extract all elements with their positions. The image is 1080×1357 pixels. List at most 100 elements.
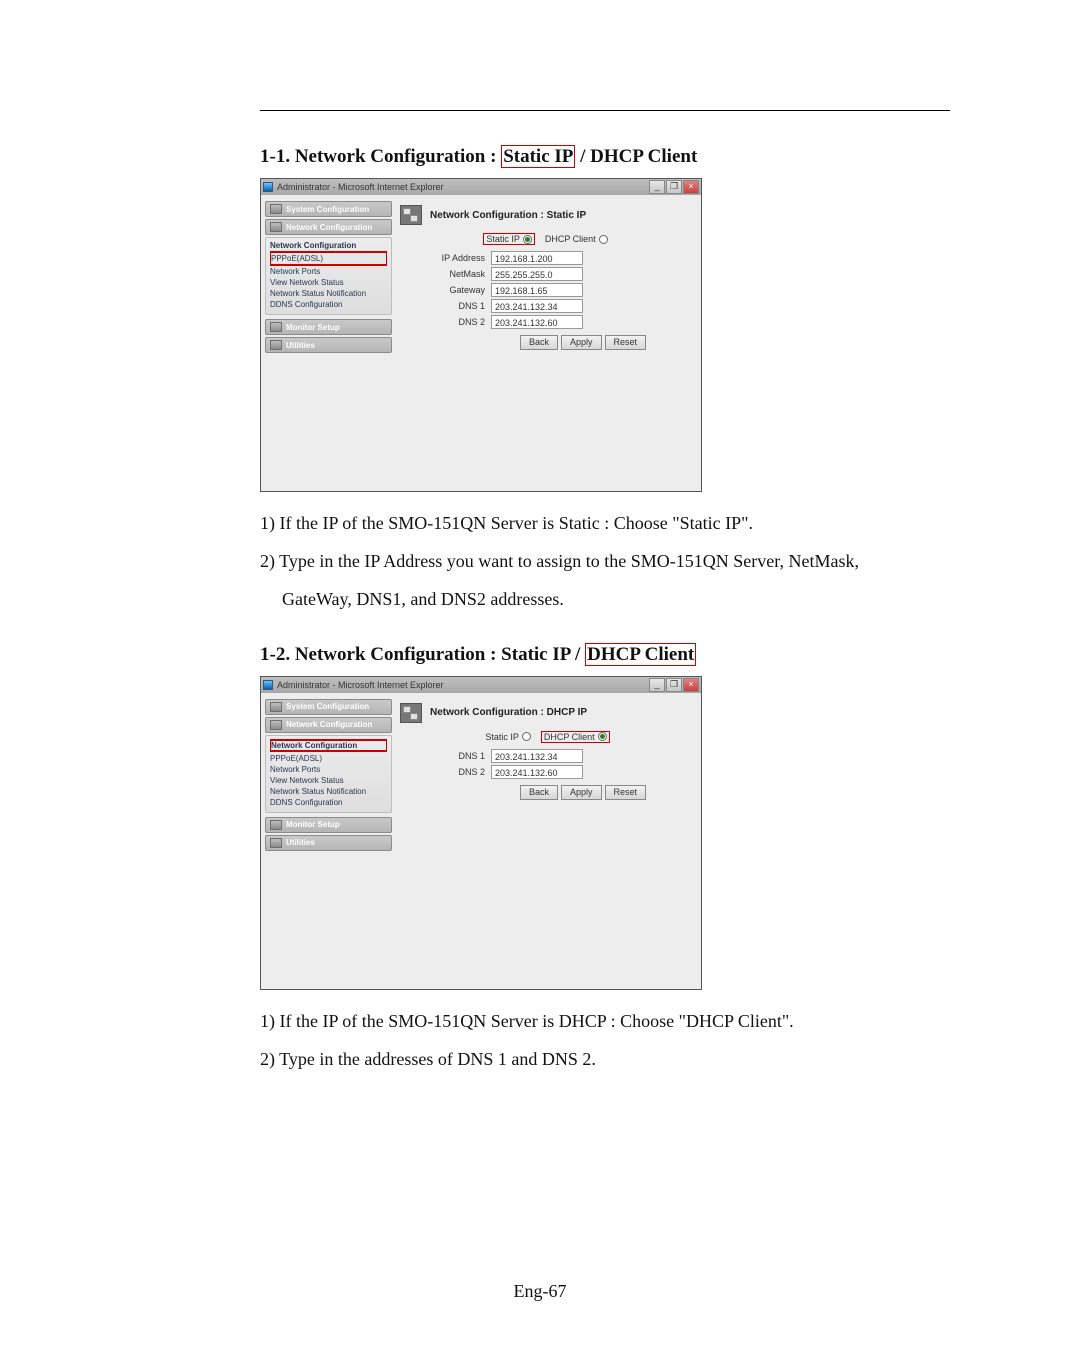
- section-1-1-body-3: GateWay, DNS1, and DNS2 addresses.: [282, 586, 950, 614]
- section-1-2-body-1: 1) If the IP of the SMO-151QN Server is …: [260, 1008, 950, 1036]
- sidebar-label: Utilities: [286, 341, 315, 350]
- sidebar-network-section: Network Configuration PPPoE(ADSL) Networ…: [265, 237, 392, 315]
- dns2-field[interactable]: 203.241.132.60: [491, 315, 583, 329]
- dns1-field[interactable]: 203.241.132.34: [491, 749, 583, 763]
- section-1-1-body-1: 1) If the IP of the SMO-151QN Server is …: [260, 510, 950, 538]
- maximize-button[interactable]: ❐: [666, 180, 682, 194]
- netmask-field[interactable]: 255.255.255.0: [491, 267, 583, 281]
- sidebar-item-view-status[interactable]: View Network Status: [270, 277, 387, 288]
- ie-app-icon: [263, 680, 273, 690]
- monitor-setup-icon: [270, 820, 282, 830]
- ip-address-field[interactable]: 192.168.1.200: [491, 251, 583, 265]
- sidebar-item-view-status[interactable]: View Network Status: [270, 775, 387, 786]
- minimize-button[interactable]: _: [649, 678, 665, 692]
- radio-label: Static IP: [486, 234, 520, 244]
- sidebar-item-pppoe[interactable]: PPPoE(ADSL): [270, 753, 387, 764]
- sidebar-system-configuration[interactable]: System Configuration: [265, 201, 392, 217]
- sidebar-label: Monitor Setup: [286, 820, 340, 829]
- dns2-label: DNS 2: [430, 317, 485, 327]
- dns1-field[interactable]: 203.241.132.34: [491, 299, 583, 313]
- sidebar-item-pppoe[interactable]: PPPoE(ADSL): [270, 251, 387, 266]
- screenshot-2: Administrator - Microsoft Internet Explo…: [260, 676, 702, 990]
- ie-window-2: Administrator - Microsoft Internet Explo…: [260, 676, 702, 990]
- content-header-text: Network Configuration : DHCP IP: [430, 707, 587, 718]
- content-pane-1: Network Configuration : Static IP Static…: [396, 195, 701, 491]
- radio-static-dot: [522, 732, 531, 741]
- section-1-1-prefix: 1-1. Network Configuration :: [260, 146, 501, 167]
- sidebar-system-configuration[interactable]: System Configuration: [265, 699, 392, 715]
- radio-static-dot: [523, 235, 532, 244]
- ie-app-icon: [263, 182, 273, 192]
- page-number: Eng-67: [0, 1281, 1080, 1302]
- back-button[interactable]: Back: [520, 335, 558, 350]
- content-pane-2: Network Configuration : DHCP IP Static I…: [396, 693, 701, 989]
- section-1-1-boxed: Static IP: [501, 145, 575, 168]
- sidebar-network-configuration[interactable]: Network Configuration: [265, 717, 392, 733]
- page-top-rule: [260, 110, 950, 111]
- sidebar-item-status-notif[interactable]: Network Status Notification: [270, 288, 387, 299]
- dns2-field[interactable]: 203.241.132.60: [491, 765, 583, 779]
- reset-button[interactable]: Reset: [605, 785, 647, 800]
- section-1-1-heading: 1-1. Network Configuration : Static IP /…: [260, 146, 950, 168]
- section-1-1-suffix: / DHCP Client: [575, 146, 697, 167]
- sidebar-item-ddns[interactable]: DDNS Configuration: [270, 797, 387, 808]
- radio-static-ip[interactable]: Static IP: [483, 732, 533, 742]
- apply-button[interactable]: Apply: [561, 335, 602, 350]
- sidebar-item-status-notif[interactable]: Network Status Notification: [270, 786, 387, 797]
- utilities-icon: [270, 340, 282, 350]
- gateway-label: Gateway: [430, 285, 485, 295]
- system-config-icon: [270, 204, 282, 214]
- utilities-icon: [270, 838, 282, 848]
- ie-titlebar: Administrator - Microsoft Internet Explo…: [261, 179, 701, 195]
- maximize-button[interactable]: ❐: [666, 678, 682, 692]
- sidebar-item-ports[interactable]: Network Ports: [270, 764, 387, 775]
- radio-dhcp-dot: [598, 732, 607, 741]
- section-1-2-prefix: 1-2. Network Configuration : Static IP /: [260, 644, 585, 665]
- sidebar-monitor-setup[interactable]: Monitor Setup: [265, 319, 392, 335]
- ip-address-label: IP Address: [430, 253, 485, 263]
- gateway-field[interactable]: 192.168.1.65: [491, 283, 583, 297]
- radio-label: Static IP: [485, 732, 519, 742]
- radio-dhcp-client[interactable]: DHCP Client: [543, 234, 610, 244]
- network-config-icon: [270, 222, 282, 232]
- ie-title-text: Administrator - Microsoft Internet Explo…: [277, 680, 649, 690]
- minimize-button[interactable]: _: [649, 180, 665, 194]
- radio-dhcp-client[interactable]: DHCP Client: [541, 731, 610, 743]
- sidebar-network-configuration[interactable]: Network Configuration: [265, 219, 392, 235]
- content-header-icon: [400, 205, 422, 225]
- ie-window-1: Administrator - Microsoft Internet Explo…: [260, 178, 702, 492]
- sidebar-section-head: Network Configuration: [270, 241, 387, 250]
- content-header-text: Network Configuration : Static IP: [430, 210, 586, 221]
- sidebar-item-ddns[interactable]: DDNS Configuration: [270, 299, 387, 310]
- network-config-icon: [270, 720, 282, 730]
- system-config-icon: [270, 702, 282, 712]
- close-button[interactable]: ×: [683, 180, 699, 194]
- ie-titlebar: Administrator - Microsoft Internet Explo…: [261, 677, 701, 693]
- monitor-setup-icon: [270, 322, 282, 332]
- sidebar: System Configuration Network Configurati…: [261, 195, 396, 491]
- radio-label: DHCP Client: [544, 732, 595, 742]
- sidebar: System Configuration Network Configurati…: [261, 693, 396, 989]
- section-1-1-body-2: 2) Type in the IP Address you want to as…: [260, 548, 950, 576]
- sidebar-label: System Configuration: [286, 205, 369, 214]
- back-button[interactable]: Back: [520, 785, 558, 800]
- radio-static-ip[interactable]: Static IP: [483, 233, 535, 245]
- sidebar-utilities[interactable]: Utilities: [265, 835, 392, 851]
- sidebar-section-head[interactable]: Network Configuration: [270, 739, 387, 752]
- apply-button[interactable]: Apply: [561, 785, 602, 800]
- radio-label: DHCP Client: [545, 234, 596, 244]
- dns2-label: DNS 2: [430, 767, 485, 777]
- sidebar-label: Network Configuration: [286, 223, 372, 232]
- sidebar-label: System Configuration: [286, 702, 369, 711]
- sidebar-utilities[interactable]: Utilities: [265, 337, 392, 353]
- sidebar-item-ports[interactable]: Network Ports: [270, 266, 387, 277]
- section-1-2-boxed: DHCP Client: [585, 643, 696, 666]
- reset-button[interactable]: Reset: [605, 335, 647, 350]
- section-1-2-heading: 1-2. Network Configuration : Static IP /…: [260, 644, 950, 666]
- screenshot-1: Administrator - Microsoft Internet Explo…: [260, 178, 702, 492]
- section-1-2-body-2: 2) Type in the addresses of DNS 1 and DN…: [260, 1046, 950, 1074]
- sidebar-monitor-setup[interactable]: Monitor Setup: [265, 817, 392, 833]
- sidebar-label: Monitor Setup: [286, 323, 340, 332]
- sidebar-network-section: Network Configuration PPPoE(ADSL) Networ…: [265, 735, 392, 813]
- close-button[interactable]: ×: [683, 678, 699, 692]
